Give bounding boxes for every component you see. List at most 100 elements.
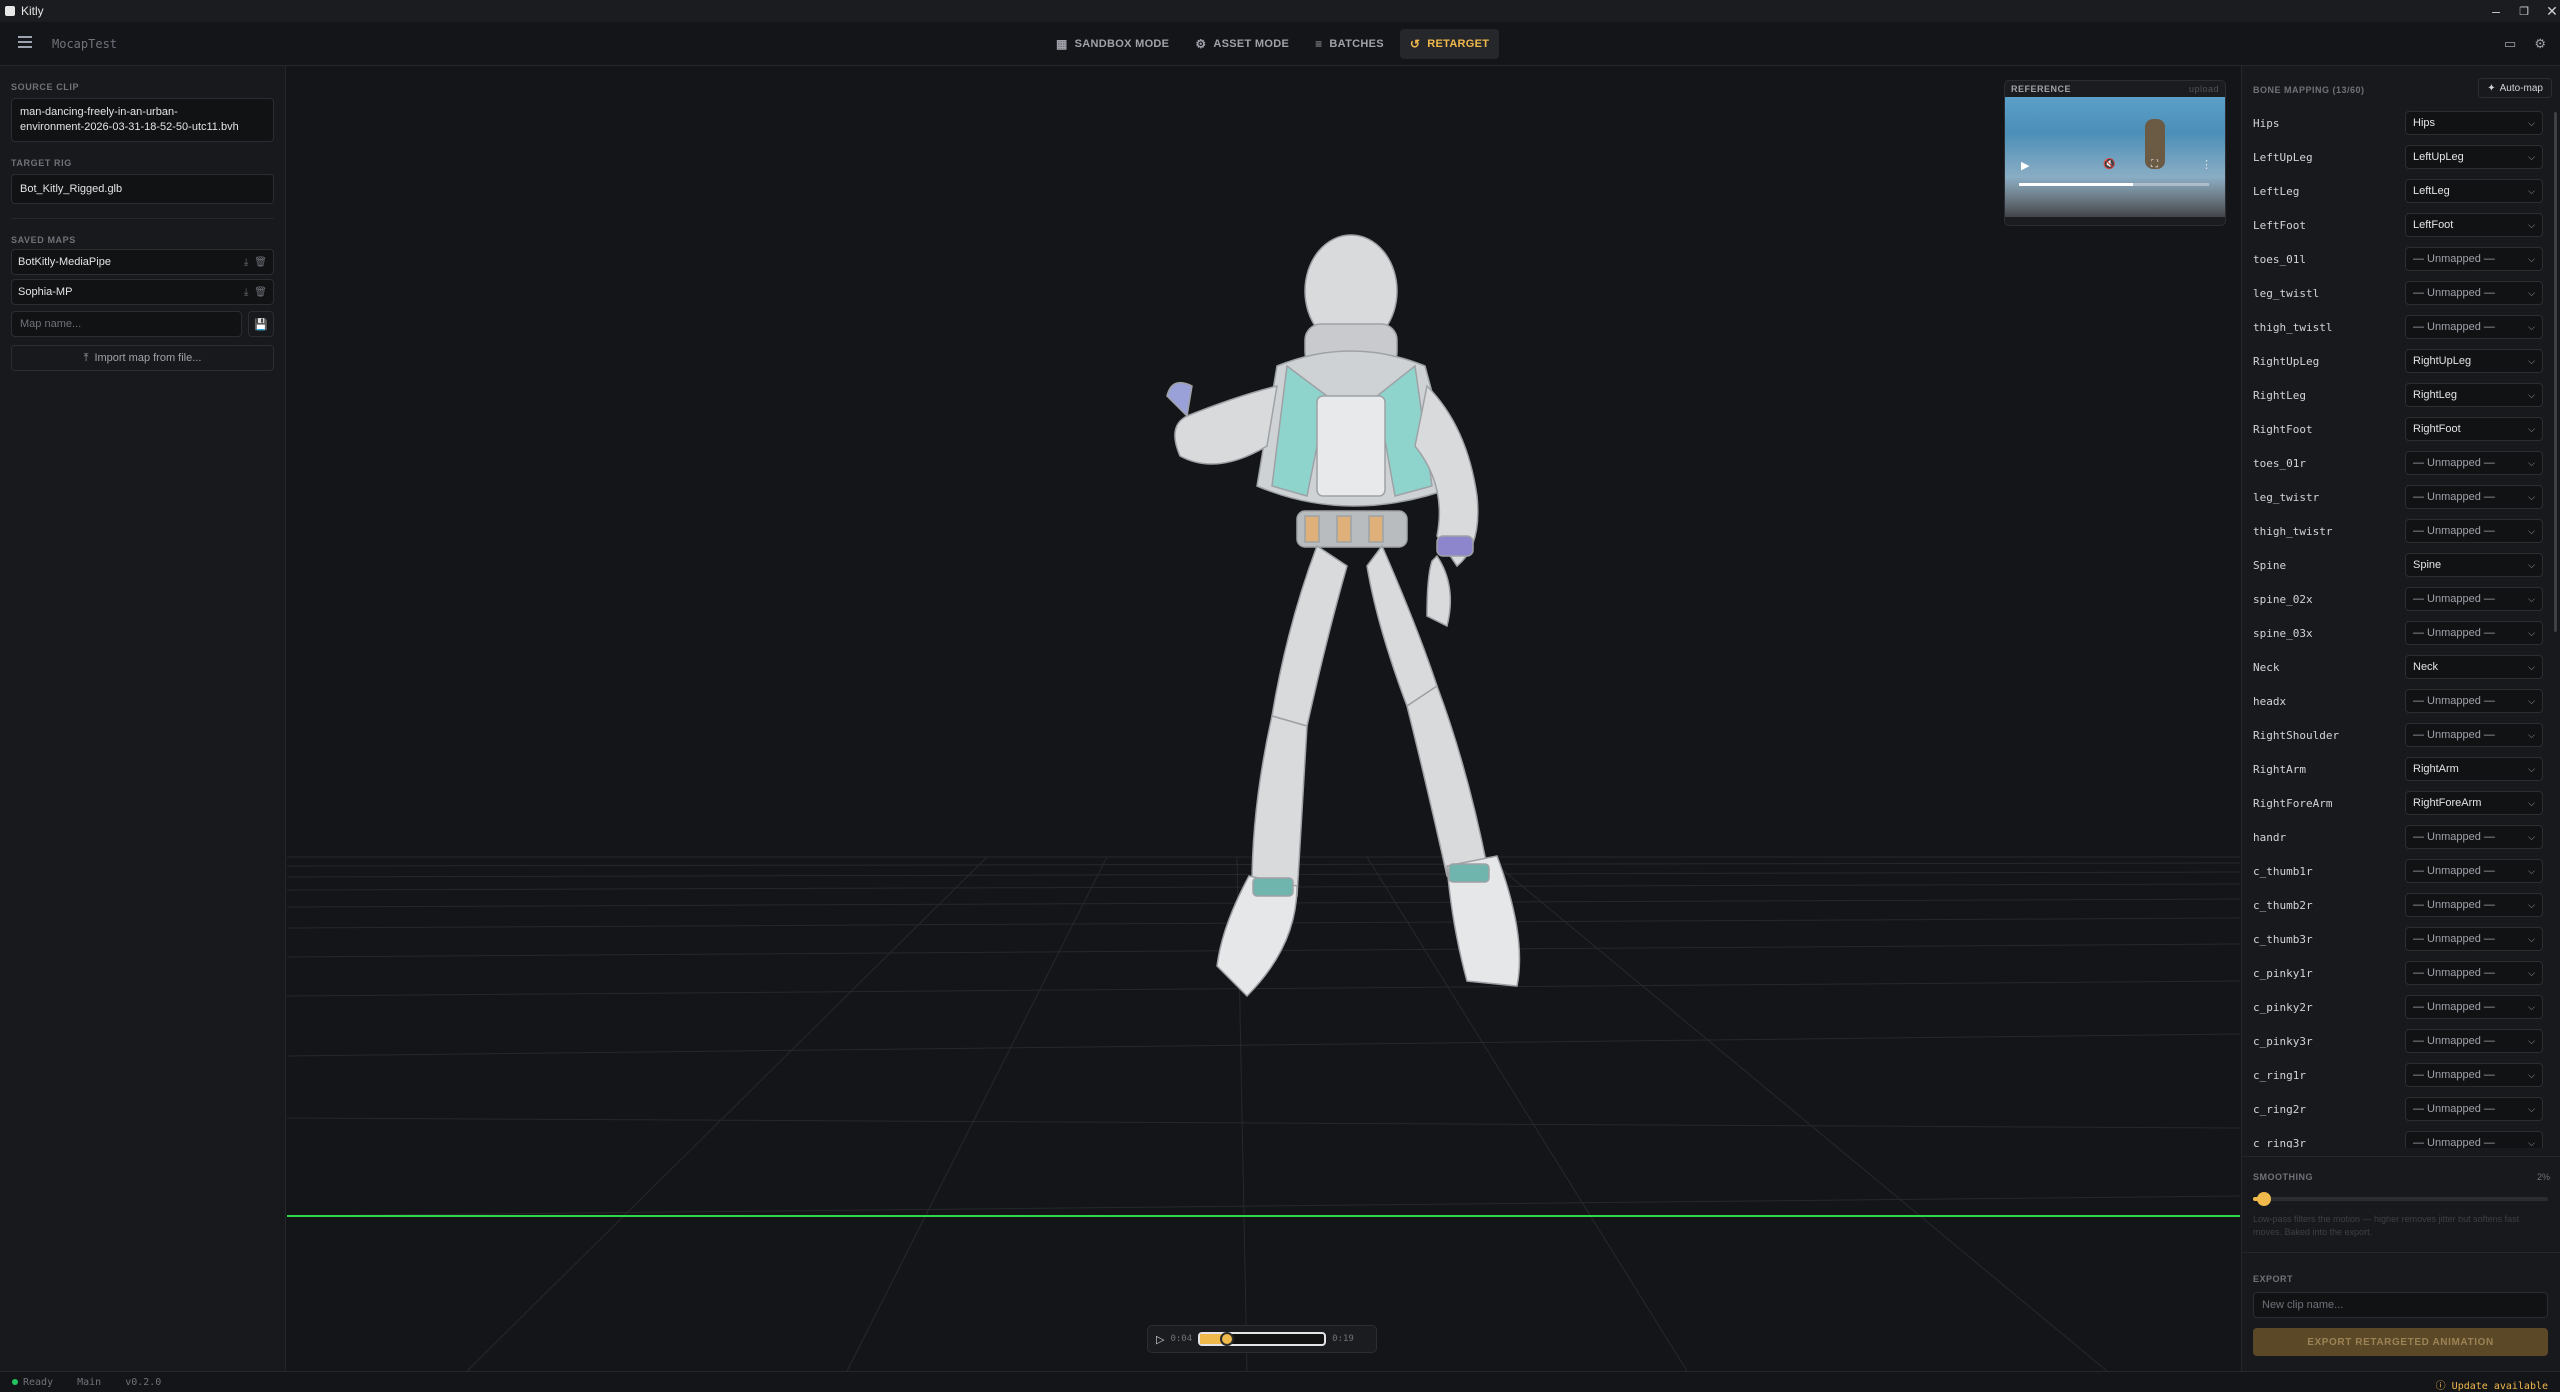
bone-target-select[interactable]: — Unmapped — ⌵ xyxy=(2405,315,2543,339)
bone-row: Spine Spine ⌵ xyxy=(2242,548,2551,582)
bone-row: spine_03x — Unmapped — ⌵ xyxy=(2242,616,2551,650)
bone-target-select[interactable]: RightForeArm ⌵ xyxy=(2405,791,2543,815)
bone-target-select[interactable]: — Unmapped — ⌵ xyxy=(2405,893,2543,917)
bone-target-select[interactable]: — Unmapped — ⌵ xyxy=(2405,1131,2543,1148)
scrubber-handle[interactable] xyxy=(1220,1332,1235,1346)
saved-map-item[interactable]: BotKitly-MediaPipe ⤓ 🗑 xyxy=(11,249,274,275)
source-clip-field[interactable]: man-dancing-freely-in-an-urban- environm… xyxy=(11,98,274,142)
bone-target-select[interactable]: RightUpLeg ⌵ xyxy=(2405,349,2543,373)
bone-mapping-list[interactable]: Hips Hips ⌵ LeftUpLeg LeftUpLeg ⌵ LeftLeg LeftL… xyxy=(2242,106,2551,1148)
bone-target-select[interactable]: — Unmapped — ⌵ xyxy=(2405,519,2543,543)
bone-row: RightFoot RightFoot ⌵ xyxy=(2242,412,2551,446)
bone-row: RightForeArm RightForeArm ⌵ xyxy=(2242,786,2551,820)
tab-asset-mode[interactable]: ⚙ ASSET MODE xyxy=(1185,29,1299,59)
clip-name-input[interactable]: New clip name... xyxy=(2253,1292,2548,1318)
bone-target-select[interactable]: LeftFoot ⌵ xyxy=(2405,213,2543,237)
trash-icon[interactable]: 🗑 xyxy=(254,287,267,298)
bone-target-select[interactable]: — Unmapped — ⌵ xyxy=(2405,485,2543,509)
smoothing-slider[interactable] xyxy=(2253,1192,2548,1206)
bone-name: toes_01l xyxy=(2253,252,2306,266)
bone-target-select[interactable]: — Unmapped — ⌵ xyxy=(2405,451,2543,475)
bone-name: c_thumb3r xyxy=(2253,932,2313,946)
target-rig-field[interactable]: Bot_Kitly_Rigged.glb xyxy=(11,174,274,204)
play-icon[interactable]: ▷ xyxy=(1156,1333,1164,1346)
robot-character xyxy=(1166,234,1521,998)
chevron-down-icon: ⌵ xyxy=(2528,321,2535,332)
bone-row: handr — Unmapped — ⌵ xyxy=(2242,820,2551,854)
bone-target-select[interactable]: — Unmapped — ⌵ xyxy=(2405,281,2543,305)
bone-target-select[interactable]: — Unmapped — ⌵ xyxy=(2405,995,2543,1019)
bone-target-select[interactable]: Hips ⌵ xyxy=(2405,111,2543,135)
bone-target-select[interactable]: — Unmapped — ⌵ xyxy=(2405,621,2543,645)
play-icon[interactable]: ▶ xyxy=(2021,159,2029,172)
bone-target-select[interactable]: Neck ⌵ xyxy=(2405,655,2543,679)
bone-name: spine_03x xyxy=(2253,626,2313,640)
divider xyxy=(2242,1252,2560,1253)
download-icon[interactable]: ⤓ xyxy=(244,287,248,298)
reference-video[interactable]: ▶ 🔇 ⛶ ⋮ xyxy=(2005,97,2225,217)
chevron-down-icon: ⌵ xyxy=(2528,151,2535,162)
download-icon[interactable]: ⤓ xyxy=(244,257,248,268)
saved-map-item[interactable]: Sophia-MP ⤓ 🗑 xyxy=(11,279,274,305)
fullscreen-icon[interactable]: ⛶ xyxy=(2151,159,2158,170)
map-name-input[interactable]: Map name... xyxy=(11,311,242,337)
bone-target-select[interactable]: — Unmapped — ⌵ xyxy=(2405,927,2543,951)
bone-target-select[interactable]: — Unmapped — ⌵ xyxy=(2405,859,2543,883)
mute-icon[interactable]: 🔇 xyxy=(2103,159,2115,170)
status-dot-icon xyxy=(12,1379,18,1385)
status-bar: Ready Main v0.2.0 ⓘ Update available xyxy=(0,1371,2560,1392)
bone-target-select[interactable]: RightArm ⌵ xyxy=(2405,757,2543,781)
export-retargeted-animation-button[interactable]: EXPORT RETARGETED ANIMATION xyxy=(2253,1328,2548,1356)
video-progress-bar[interactable] xyxy=(2019,183,2209,186)
bone-target-select[interactable]: LeftLeg ⌵ xyxy=(2405,179,2543,203)
bone-target-select[interactable]: RightFoot ⌵ xyxy=(2405,417,2543,441)
scrollbar[interactable] xyxy=(2554,112,2557,632)
bone-target-select[interactable]: — Unmapped — ⌵ xyxy=(2405,247,2543,271)
bone-row: leg_twistr — Unmapped — ⌵ xyxy=(2242,480,2551,514)
source-clip-label: SOURCE CLIP xyxy=(11,82,80,92)
bone-target-select[interactable]: — Unmapped — ⌵ xyxy=(2405,1063,2543,1087)
trash-icon[interactable]: 🗑 xyxy=(254,257,267,268)
tab-sandbox-mode[interactable]: ▦ SANDBOX MODE xyxy=(1046,29,1179,59)
chevron-down-icon: ⌵ xyxy=(2528,287,2535,298)
bone-target-select[interactable]: Spine ⌵ xyxy=(2405,553,2543,577)
bone-row: c_thumb2r — Unmapped — ⌵ xyxy=(2242,888,2551,922)
smoothing-help-text: Low-pass filters the motion — higher rem… xyxy=(2253,1214,2520,1237)
settings-gear-icon[interactable]: ⚙ xyxy=(2534,36,2546,52)
bone-target-select[interactable]: — Unmapped — ⌵ xyxy=(2405,723,2543,747)
bone-name: thigh_twistr xyxy=(2253,524,2333,538)
chevron-down-icon: ⌵ xyxy=(2528,491,2535,502)
auto-map-button[interactable]: ✦ Auto-map xyxy=(2478,78,2552,98)
title-bar: Kitly – ❐ ✕ xyxy=(0,0,2560,22)
bone-row: toes_01l — Unmapped — ⌵ xyxy=(2242,242,2551,276)
more-options-icon[interactable]: ⋮ xyxy=(2201,158,2212,171)
slider-handle[interactable] xyxy=(2256,1192,2271,1206)
bone-target-select[interactable]: — Unmapped — ⌵ xyxy=(2405,689,2543,713)
import-map-button[interactable]: ⤒ Import map from file... xyxy=(11,345,274,371)
update-available-link[interactable]: ⓘ Update available xyxy=(2436,1377,2548,1392)
bone-row: c_pinky1r — Unmapped — ⌵ xyxy=(2242,956,2551,990)
chevron-down-icon: ⌵ xyxy=(2528,695,2535,706)
bone-target-select[interactable]: — Unmapped — ⌵ xyxy=(2405,825,2543,849)
save-map-icon[interactable]: 💾 xyxy=(248,311,274,337)
bone-target-select[interactable]: — Unmapped — ⌵ xyxy=(2405,961,2543,985)
reference-upload-link[interactable]: upload xyxy=(2189,84,2219,94)
3d-viewport[interactable]: REFERENCE upload ▶ 🔇 ⛶ ⋮ ▷ 0:04 0:19 xyxy=(287,66,2240,1371)
bone-target-select[interactable]: LeftUpLeg ⌵ xyxy=(2405,145,2543,169)
tab-batches[interactable]: ≡ BATCHES xyxy=(1305,29,1394,59)
timeline-scrubber[interactable] xyxy=(1198,1332,1327,1346)
bone-target-select[interactable]: — Unmapped — ⌵ xyxy=(2405,1097,2543,1121)
hamburger-menu-icon[interactable] xyxy=(18,36,32,48)
reference-video-panel[interactable]: REFERENCE upload ▶ 🔇 ⛶ ⋮ xyxy=(2004,80,2226,226)
bone-target-select[interactable]: — Unmapped — ⌵ xyxy=(2405,587,2543,611)
export-tray-icon[interactable]: ▭ xyxy=(2504,36,2516,52)
chevron-down-icon: ⌵ xyxy=(2528,355,2535,366)
chevron-down-icon: ⌵ xyxy=(2528,627,2535,638)
bone-target-select[interactable]: — Unmapped — ⌵ xyxy=(2405,1029,2543,1053)
close-icon[interactable]: ✕ xyxy=(2532,0,2560,22)
tab-retarget[interactable]: ↺ RETARGET xyxy=(1399,29,1500,59)
bone-target-select[interactable]: RightLeg ⌵ xyxy=(2405,383,2543,407)
bone-name: Neck xyxy=(2253,660,2280,674)
bone-name: leg_twistl xyxy=(2253,286,2320,300)
chevron-down-icon: ⌵ xyxy=(2528,661,2535,672)
